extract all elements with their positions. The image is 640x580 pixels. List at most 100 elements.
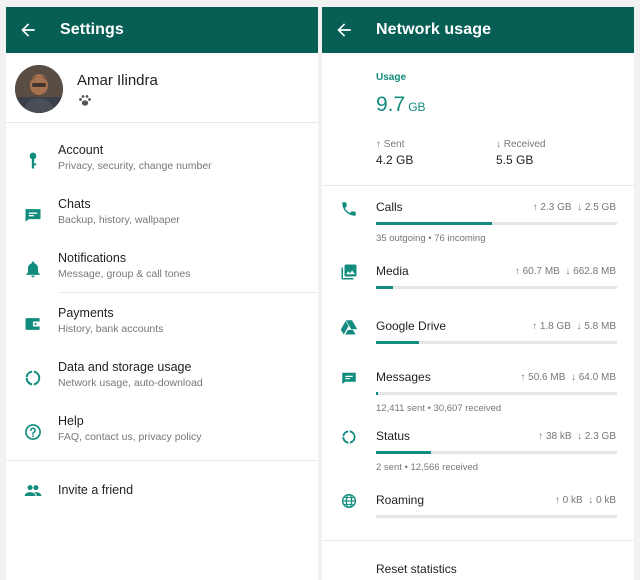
- invite-friend-item[interactable]: Invite a friend: [6, 481, 318, 527]
- network-row-status[interactable]: Status ↑ 38 kB ↓ 2.3 GB 2 sent • 12,566 …: [322, 428, 634, 478]
- key-icon: [29, 152, 37, 169]
- message-icon: [342, 372, 356, 384]
- settings-item-chats[interactable]: Chats Backup, history, wallpaper: [6, 197, 318, 243]
- usage-total-value: 9.7: [376, 93, 406, 116]
- network-row-roaming[interactable]: Roaming ↑ 0 kB ↓ 0 kB: [322, 492, 634, 532]
- usage-bar-fill: [376, 341, 420, 344]
- wallet-icon: [25, 318, 41, 330]
- settings-item-subtitle: FAQ, contact us, privacy policy: [58, 431, 202, 443]
- upload-amount: ↑ 60.7 MB: [514, 266, 560, 277]
- network-row-amounts: ↑ 38 kB ↓ 2.3 GB: [538, 431, 616, 442]
- settings-item-help[interactable]: Help FAQ, contact us, privacy policy: [6, 414, 318, 460]
- page-title: Settings: [60, 21, 124, 38]
- data-usage-icon: [25, 370, 41, 386]
- usage-bar-track: [376, 341, 617, 344]
- upload-amount: ↑ 38 kB: [538, 431, 572, 442]
- settings-item-title: Help: [58, 414, 84, 428]
- received-label: ↓ Received: [496, 139, 546, 150]
- settings-item-title: Data and storage usage: [58, 360, 192, 374]
- back-arrow-icon[interactable]: [334, 20, 354, 40]
- network-row-name: Messages: [376, 370, 431, 384]
- download-amount: ↓ 5.8 MB: [576, 321, 616, 332]
- settings-divider: [58, 292, 318, 293]
- usage-divider: [322, 185, 634, 186]
- network-row-detail: 35 outgoing • 76 incoming: [376, 233, 486, 244]
- settings-item-subtitle: History, bank accounts: [58, 323, 164, 335]
- download-amount: ↓ 0 kB: [588, 495, 616, 506]
- upload-amount: ↑ 2.3 GB: [532, 202, 572, 213]
- network-row-detail: 2 sent • 12,566 received: [376, 462, 479, 473]
- download-amount: ↓ 64.0 MB: [570, 372, 616, 383]
- usage-bar-fill: [376, 286, 393, 289]
- reset-divider: [322, 540, 634, 541]
- upload-amount: ↑ 1.8 GB: [532, 321, 571, 332]
- network-row-detail: 12,411 sent • 30,607 received: [376, 403, 502, 414]
- paw-print-icon: [79, 95, 91, 106]
- help-icon: [25, 424, 41, 440]
- people-icon: [24, 485, 42, 496]
- network-row-name: Calls: [376, 200, 403, 214]
- network-row-amounts: ↑ 60.7 MB ↓ 662.8 MB: [515, 266, 616, 277]
- download-amount: ↓ 2.3 GB: [577, 431, 616, 442]
- settings-item-data-storage[interactable]: Data and storage usage Network usage, au…: [6, 360, 318, 406]
- settings-item-notifications[interactable]: Notifications Message, group & call tone…: [6, 251, 318, 297]
- invite-friend-label: Invite a friend: [58, 483, 134, 497]
- settings-item-title: Account: [58, 143, 104, 157]
- upload-amount: ↑ 0 kB: [554, 495, 583, 506]
- settings-item-title: Chats: [58, 197, 91, 211]
- sent-value: 4.2 GB: [376, 153, 414, 167]
- usage-bar-track: [376, 515, 617, 518]
- settings-app-bar: Settings: [6, 7, 318, 53]
- network-row-media[interactable]: Media ↑ 60.7 MB ↓ 662.8 MB: [322, 263, 634, 303]
- usage-bar-fill: [376, 451, 432, 454]
- chat-icon: [25, 209, 41, 222]
- usage-bar-track: [376, 392, 617, 395]
- network-row-amounts: ↑ 1.8 GB ↓ 5.8 MB: [532, 321, 616, 332]
- google-drive-icon: [340, 320, 358, 335]
- usage-bar-track: [376, 286, 617, 289]
- avatar[interactable]: [15, 65, 63, 113]
- settings-divider: [6, 460, 318, 461]
- settings-item-title: Notifications: [58, 251, 127, 265]
- usage-bar-track: [376, 451, 617, 454]
- network-app-bar: Network usage: [322, 7, 634, 53]
- back-arrow-icon[interactable]: [18, 20, 38, 40]
- settings-item-subtitle: Network usage, auto-download: [58, 377, 203, 389]
- settings-item-subtitle: Privacy, security, change number: [58, 160, 212, 172]
- page-title: Network usage: [376, 21, 492, 38]
- network-row-amounts: ↑ 0 kB ↓ 0 kB: [555, 495, 616, 506]
- network-row-messages[interactable]: Messages ↑ 50.6 MB ↓ 64.0 MB 12,411 sent…: [322, 369, 634, 419]
- profile-row[interactable]: Amar Ilindra: [6, 62, 318, 129]
- download-amount: ↓ 662.8 MB: [565, 266, 616, 277]
- network-row-name: Status: [376, 429, 411, 443]
- reset-statistics-button[interactable]: Reset statistics: [376, 562, 457, 576]
- settings-screen: Settings Amar Ilindra Account Privacy, s…: [6, 7, 318, 580]
- network-row-name: Media: [376, 264, 409, 278]
- network-usage-screen: Network usage Usage 9.7 GB ↑ Sent 4.2 GB …: [322, 7, 634, 580]
- usage-bar-fill: [376, 222, 492, 225]
- profile-divider: [6, 122, 318, 123]
- network-row-google-drive[interactable]: Google Drive ↑ 1.8 GB ↓ 5.8 MB: [322, 318, 634, 358]
- settings-item-subtitle: Backup, history, wallpaper: [58, 214, 180, 226]
- network-row-amounts: ↑ 50.6 MB ↓ 64.0 MB: [520, 372, 616, 383]
- media-gallery-icon: [341, 264, 357, 280]
- upload-amount: ↑ 50.6 MB: [520, 372, 566, 383]
- avatar-photo-icon: [15, 65, 63, 113]
- settings-item-subtitle: Message, group & call tones: [58, 268, 191, 280]
- profile-name: Amar Ilindra: [77, 72, 158, 89]
- download-amount: ↓ 2.5 GB: [577, 202, 616, 213]
- phone-icon: [342, 202, 356, 216]
- usage-total-unit: GB: [408, 100, 426, 114]
- sent-label: ↑ Sent: [376, 139, 405, 150]
- bell-icon: [26, 261, 40, 278]
- settings-item-account[interactable]: Account Privacy, security, change number: [6, 143, 318, 189]
- network-row-calls[interactable]: Calls ↑ 2.3 GB ↓ 2.5 GB 35 outgoing • 76…: [322, 199, 634, 249]
- received-value: 5.5 GB: [496, 153, 534, 167]
- status-ring-icon: [342, 430, 356, 444]
- usage-bar-fill: [376, 392, 379, 395]
- globe-icon: [341, 493, 357, 509]
- usage-section-label: Usage: [376, 72, 407, 83]
- usage-bar-track: [376, 222, 617, 225]
- network-row-amounts: ↑ 2.3 GB ↓ 2.5 GB: [533, 202, 616, 213]
- settings-item-payments[interactable]: Payments History, bank accounts: [6, 306, 318, 352]
